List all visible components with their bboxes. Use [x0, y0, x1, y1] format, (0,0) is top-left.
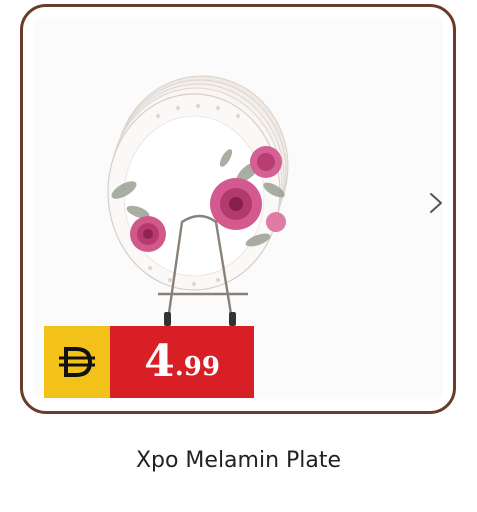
price-integer: 4 [144, 336, 175, 387]
price-decimal: .99 [174, 352, 220, 382]
price-tag: 4 .99 [44, 326, 254, 398]
plate-set-image [107, 75, 289, 326]
currency-badge [44, 326, 110, 398]
product-name[interactable]: Xpo Melamin Plate [0, 448, 477, 473]
price-value: 4 .99 [110, 326, 254, 398]
next-arrow-button[interactable] [424, 190, 448, 216]
dirham-icon [59, 347, 95, 377]
chevron-right-icon [430, 193, 442, 213]
